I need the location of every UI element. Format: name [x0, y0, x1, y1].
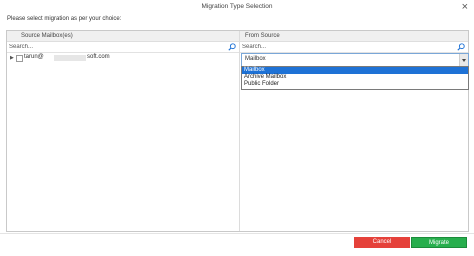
select-value: Mailbox	[245, 56, 266, 62]
column-divider	[239, 31, 240, 231]
footer-divider	[0, 233, 474, 234]
mailbox-checkbox[interactable]	[16, 55, 23, 62]
from-source-search-row	[240, 42, 468, 53]
chevron-down-icon[interactable]	[459, 54, 468, 66]
source-search-input[interactable]	[9, 43, 209, 51]
migration-type-dropdown: Mailbox Archive Mailbox Public Folder	[241, 66, 469, 90]
from-source-search-input[interactable]	[242, 43, 442, 51]
expand-arrow-icon[interactable]: ▶	[10, 55, 14, 61]
source-mailbox-header: Source Mailbox(es)	[7, 31, 240, 42]
migrate-button[interactable]: Migrate	[411, 237, 467, 248]
cancel-button[interactable]: Cancel	[354, 237, 410, 248]
redacted-text	[54, 55, 86, 61]
search-icon[interactable]	[457, 43, 465, 51]
mailbox-row[interactable]: ▶ tarun@ soft.com	[7, 54, 239, 63]
migration-type-select[interactable]: Mailbox	[241, 53, 469, 67]
from-source-header-label: From Source	[245, 33, 280, 39]
migration-panel: Source Mailbox(es) From Source ▶ tarun@ …	[6, 30, 469, 232]
mailbox-user: tarun@	[24, 54, 44, 60]
search-icon[interactable]	[228, 43, 236, 51]
title-bar: Migration Type Selection ×	[0, 0, 474, 14]
mailbox-domain: soft.com	[87, 54, 110, 60]
window-title: Migration Type Selection	[201, 3, 273, 10]
option-archive-mailbox[interactable]: Archive Mailbox	[242, 74, 468, 81]
from-source-header: From Source	[240, 31, 468, 42]
source-mailbox-header-label: Source Mailbox(es)	[21, 33, 73, 39]
close-icon[interactable]: ×	[462, 1, 468, 13]
option-mailbox[interactable]: Mailbox	[242, 67, 468, 74]
source-search-row	[7, 42, 240, 53]
instruction-text: Please select migration as per your choi…	[7, 16, 122, 22]
option-public-folder[interactable]: Public Folder	[242, 81, 468, 88]
